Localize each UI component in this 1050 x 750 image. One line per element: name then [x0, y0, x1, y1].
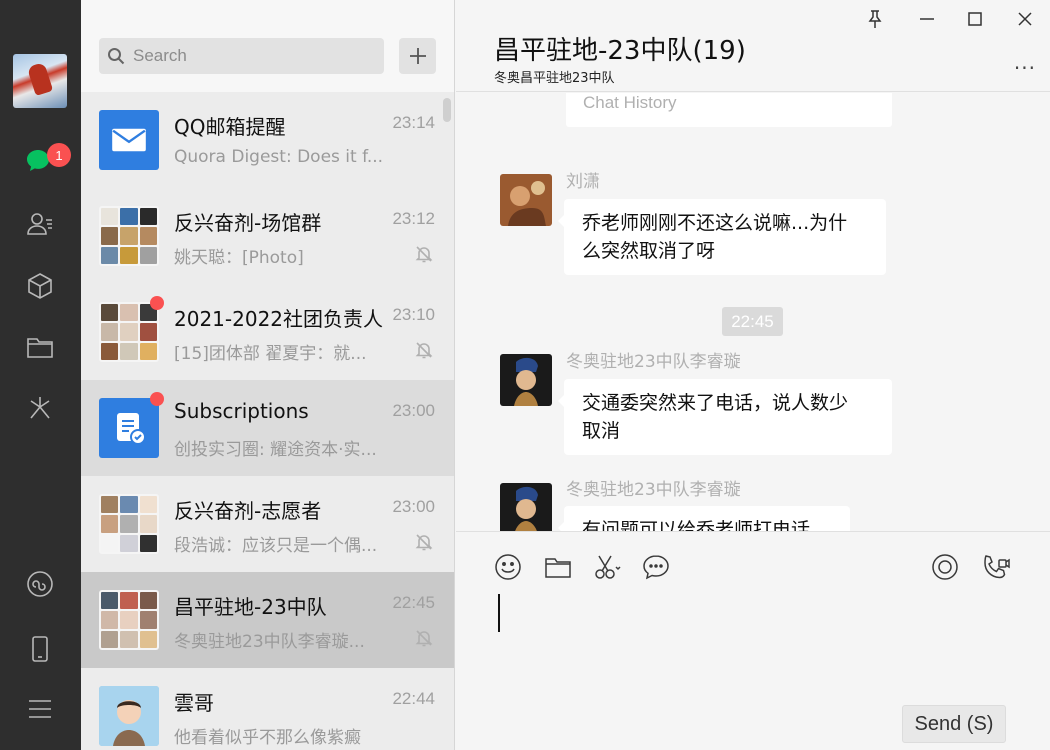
contact-avatar: [99, 686, 159, 746]
chat-row-subscriptions[interactable]: Subscriptions 23:00 创投实习圈: 耀途资本·实...: [81, 380, 454, 476]
chat-history-card[interactable]: Chat History: [566, 93, 892, 127]
group-avatar: [99, 494, 159, 554]
chat-bubble-icon[interactable]: [641, 552, 671, 582]
favorites-icon[interactable]: [24, 270, 56, 302]
chat-time: 23:00: [392, 401, 435, 420]
chat-preview: 创投实习圈: 耀途资本·实...: [174, 440, 377, 460]
message-bubble[interactable]: 交通委突然来了电话，说人数少 取消: [558, 379, 892, 455]
conversation-header: 昌平驻地-23中队(19) 冬奥昌平驻地23中队 ···: [456, 0, 1050, 92]
chat-time: 22:45: [392, 593, 435, 612]
chat-preview: 段浩诚：应该只是一个偶...: [174, 536, 378, 556]
chat-preview: [15]团体部 翟夏宇：就...: [174, 344, 367, 364]
live-icon[interactable]: [930, 552, 960, 582]
unread-badge: 1: [47, 143, 71, 167]
unread-dot: [150, 296, 164, 310]
search-icon: [108, 48, 125, 65]
moments-icon[interactable]: [24, 392, 56, 424]
more-options-button[interactable]: ···: [1014, 56, 1036, 80]
chat-row-club-leaders[interactable]: 2021-2022社团负责人 23:10 [15]团体部 翟夏宇：就...: [81, 284, 454, 380]
chat-row-changping-23[interactable]: 昌平驻地-23中队 22:45 冬奥驻地23中队李睿璇...: [81, 572, 454, 668]
chat-time: 23:12: [392, 209, 435, 228]
message-bubble[interactable]: 有问题可以给乔老师打电话: [558, 506, 850, 531]
group-avatar: [99, 302, 159, 362]
chat-name: 昌平驻地-23中队: [174, 595, 327, 619]
chat-name: Subscriptions: [174, 399, 309, 423]
unread-dot: [150, 392, 164, 406]
mute-icon: [414, 340, 434, 360]
search-box[interactable]: [99, 38, 384, 74]
folder-icon[interactable]: [543, 552, 573, 582]
message-line: 交通委突然来了电话，说人数少: [582, 392, 849, 414]
menu-icon[interactable]: [24, 693, 56, 725]
nav-rail: 1: [0, 0, 81, 750]
send-button[interactable]: Send (S): [902, 705, 1006, 743]
search-bar: [81, 0, 454, 92]
chat-time: 23:10: [392, 305, 435, 324]
profile-avatar[interactable]: [13, 54, 67, 108]
chat-time: 23:14: [392, 113, 435, 132]
mute-icon: [414, 244, 434, 264]
chat-row-antidoping-venue[interactable]: 反兴奋剂-场馆群 23:12 姚天聪：[Photo]: [81, 188, 454, 284]
message-line: 乔老师刚刚不还这么说嘛...为什: [582, 212, 848, 234]
message-bubble[interactable]: 乔老师刚刚不还这么说嘛...为什 么突然取消了呀: [558, 199, 886, 275]
chat-name: 反兴奋剂-志愿者: [174, 499, 322, 523]
mute-icon: [414, 532, 434, 552]
plus-icon: [409, 48, 426, 64]
chat-preview: 他看着似乎不那么像紫癜: [174, 728, 361, 748]
conversation-title[interactable]: 昌平驻地-23中队(19): [494, 30, 746, 67]
sender-avatar[interactable]: [500, 174, 552, 226]
composer: Send (S): [456, 531, 1050, 750]
group-avatar: [99, 206, 159, 266]
close-icon[interactable]: [1014, 8, 1036, 30]
message-line: 么突然取消了呀: [582, 240, 716, 262]
conversation-subtitle: 冬奥昌平驻地23中队: [494, 71, 615, 86]
group-avatar: [99, 590, 159, 650]
pin-icon[interactable]: [864, 8, 886, 30]
emoji-icon[interactable]: [493, 552, 523, 582]
chat-name: 2021-2022社团负责人: [174, 307, 384, 331]
message-area[interactable]: Chat History 刘潇 乔老师刚刚不还这么说嘛...为什 么突然取消了呀…: [456, 93, 1050, 531]
chat-preview: Quora Digest: Does it f...: [174, 147, 384, 167]
search-input[interactable]: [133, 38, 373, 74]
subscriptions-icon: [99, 398, 159, 458]
mail-icon: [99, 110, 159, 170]
chat-name: 反兴奋剂-场馆群: [174, 211, 322, 235]
time-divider: 22:45: [722, 307, 783, 336]
chat-row-antidoping-volunteers[interactable]: 反兴奋剂-志愿者 23:00 段浩诚：应该只是一个偶...: [81, 476, 454, 572]
chat-preview: 冬奥驻地23中队李睿璇...: [174, 632, 365, 652]
contacts-icon[interactable]: [24, 208, 56, 240]
chat-row-yunge[interactable]: 雲哥 22:44 他看着似乎不那么像紫癜: [81, 668, 454, 750]
maximize-icon[interactable]: [964, 8, 986, 30]
chat-time: 23:00: [392, 497, 435, 516]
chat-row-qqmail[interactable]: QQ邮箱提醒 23:14 Quora Digest: Does it f...: [81, 92, 454, 188]
chat-name: 雲哥: [174, 691, 214, 715]
phone-icon[interactable]: [24, 633, 56, 665]
sender-name: 刘潇: [566, 172, 600, 192]
sender-name: 冬奥驻地23中队李睿璇: [566, 480, 741, 500]
mini-programs-icon[interactable]: [24, 568, 56, 600]
chat-name: QQ邮箱提醒: [174, 115, 286, 139]
sender-name: 冬奥驻地23中队李睿璇: [566, 352, 741, 372]
chat-history-label: Chat History: [583, 93, 677, 112]
conversation-panel: 昌平驻地-23中队(19) 冬奥昌平驻地23中队 ··· Chat Histor…: [456, 0, 1050, 750]
scissors-icon[interactable]: [592, 552, 622, 582]
sender-avatar[interactable]: [500, 354, 552, 406]
video-call-icon[interactable]: [980, 552, 1010, 582]
chat-time: 22:44: [392, 689, 435, 708]
files-icon[interactable]: [24, 331, 56, 363]
message-line: 取消: [582, 420, 621, 442]
new-chat-button[interactable]: [399, 38, 436, 74]
sender-avatar[interactable]: [500, 483, 552, 531]
text-cursor: [498, 594, 500, 632]
chat-preview: 姚天聪：[Photo]: [174, 248, 304, 268]
mute-icon: [414, 628, 434, 648]
minimize-icon[interactable]: [916, 8, 938, 30]
message-line: 有问题可以给乔老师打电话: [582, 519, 811, 531]
chat-list-panel: QQ邮箱提醒 23:14 Quora Digest: Does it f... …: [81, 0, 455, 750]
